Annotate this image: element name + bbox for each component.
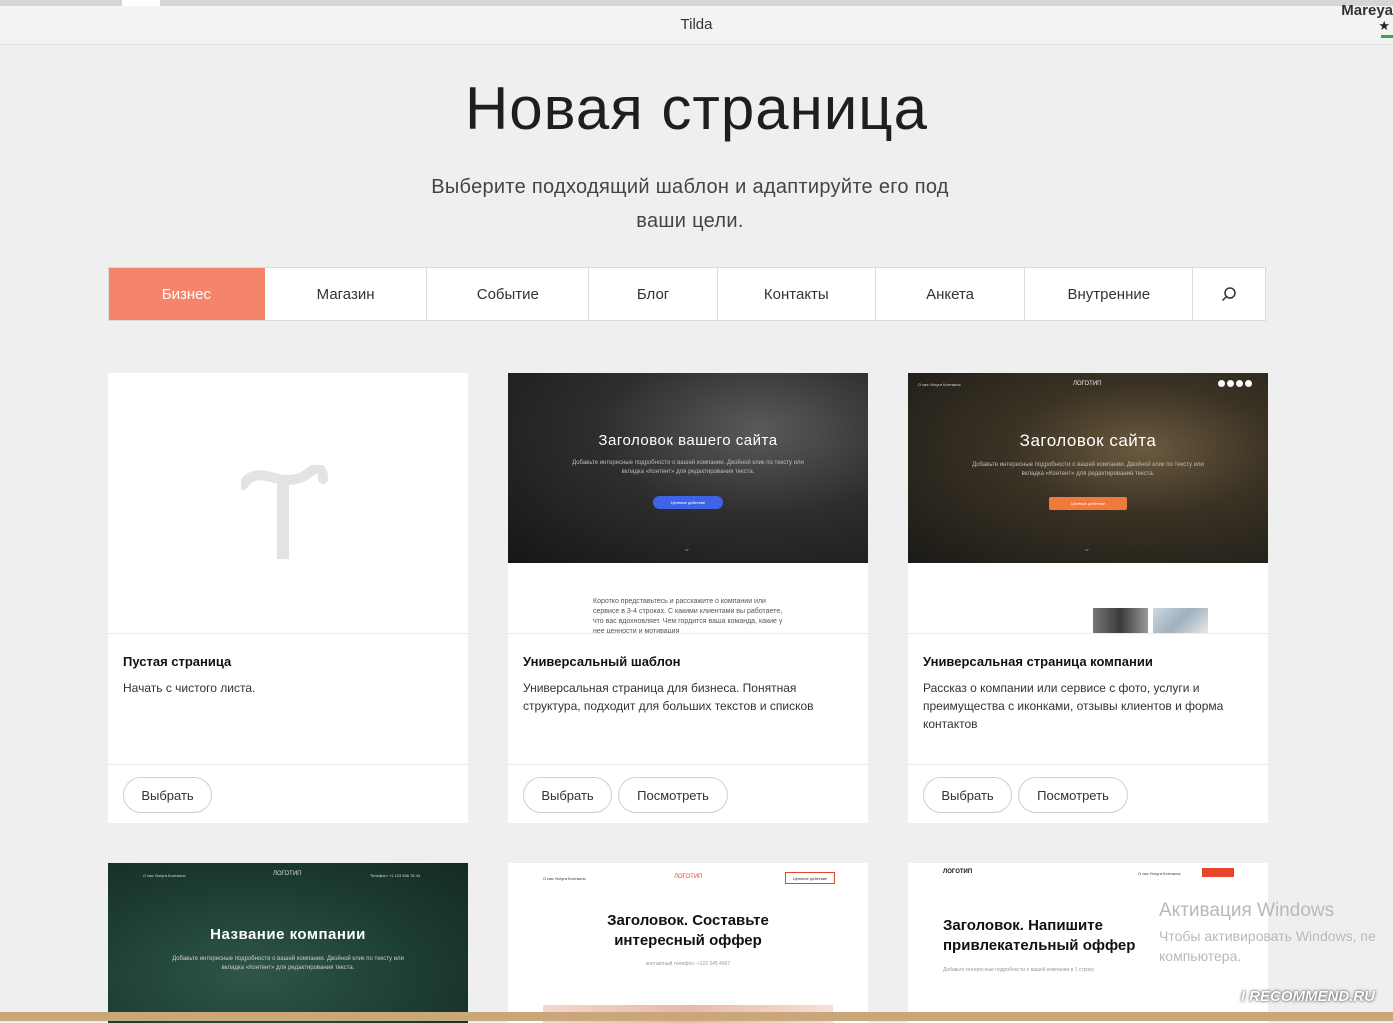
template-description: Начать с чистого листа. bbox=[123, 681, 256, 695]
preview-hero-text: Добавьте интересные подробности о вашей … bbox=[572, 460, 804, 475]
template-description: Универсальная страница для бизнеса. Поня… bbox=[523, 681, 814, 713]
status-indicator bbox=[1381, 35, 1393, 38]
social-icons bbox=[1218, 380, 1252, 387]
select-button[interactable]: Выбрать bbox=[123, 777, 212, 813]
tab-business[interactable]: Бизнес bbox=[109, 268, 265, 320]
template-description: Рассказ о компании или сервисе с фото, у… bbox=[923, 681, 1224, 731]
template-name: Универсальный шаблон bbox=[523, 654, 681, 669]
preview-body-text: Коротко представьтесь и расскажите о ком… bbox=[593, 598, 783, 634]
template-preview[interactable]: Заголовок вашего сайта Добавьте интересн… bbox=[508, 373, 868, 634]
template-card-offer[interactable]: О нас Услуги Контакты ЛОГОТИП Целевое де… bbox=[508, 863, 868, 1023]
preview-hero-text: Добавьте интересные подробности о вашей … bbox=[172, 956, 404, 971]
page-subtitle: Выберите подходящий шаблон и адаптируйте… bbox=[431, 176, 949, 232]
windows-activation-watermark: Активация Windows Чтобы активировать Win… bbox=[1159, 900, 1376, 966]
preview-logo: ЛОГОТИП bbox=[273, 871, 302, 877]
browser-titlebar: Tilda Mareya ★ bbox=[0, 2, 1393, 45]
bookmark-star-icon[interactable]: ★ bbox=[1378, 18, 1390, 34]
windows-taskbar bbox=[0, 1012, 1393, 1021]
tab-internal[interactable]: Внутренние bbox=[1025, 268, 1194, 320]
select-button[interactable]: Выбрать bbox=[523, 777, 612, 813]
preview-hero-text: Добавьте интересные подробности о вашей … bbox=[972, 462, 1204, 477]
chevron-down-icon: ⌄ bbox=[683, 543, 691, 553]
tilda-logo-icon bbox=[241, 465, 328, 559]
search-icon bbox=[1222, 287, 1236, 302]
preview-phone: Телефон: +1 123 456 78 44 bbox=[370, 873, 421, 878]
preview-hero-button: Целевое действие bbox=[1049, 497, 1127, 510]
preview-hero-title: Заголовок. Напишите привлекательный оффе… bbox=[943, 917, 1136, 954]
preview-hero-title: Название компании bbox=[210, 926, 366, 943]
preview-button[interactable]: Посмотреть bbox=[1018, 777, 1128, 813]
template-card-company-name[interactable]: О нас Услуги Контакты ЛОГОТИП Телефон: +… bbox=[108, 863, 468, 1023]
template-name: Универсальная страница компании bbox=[923, 654, 1153, 669]
facebook-icon bbox=[1218, 380, 1225, 387]
window-title: Tilda bbox=[680, 16, 713, 33]
preview-nav: О нас Услуги Контакты bbox=[543, 876, 586, 881]
preview-photo bbox=[1093, 608, 1148, 633]
tab-search[interactable] bbox=[1193, 268, 1265, 320]
preview-cta-button: Целевое действие bbox=[785, 872, 835, 884]
preview-logo: ЛОГОТИП bbox=[1073, 381, 1102, 387]
preview-hero-button: Целевое действие bbox=[653, 496, 723, 509]
preview-subtitle: Добавьте интересные подробности о вашей … bbox=[943, 967, 1094, 973]
chevron-down-icon: ⌄ bbox=[1083, 543, 1091, 553]
twitter-icon bbox=[1227, 380, 1234, 387]
preview-logo: ЛОГОТИП bbox=[674, 874, 703, 880]
template-card-blank: Пустая страница Начать с чистого листа. … bbox=[108, 373, 468, 823]
select-button[interactable]: Выбрать bbox=[923, 777, 1012, 813]
preview-subtitle: контактный телефон: +123 345 4667 bbox=[645, 961, 731, 967]
tab-shop[interactable]: Магазин bbox=[265, 268, 428, 320]
category-tabs: Бизнес Магазин Событие Блог Контакты Анк… bbox=[108, 267, 1266, 321]
watermark-line: компьютера. bbox=[1159, 948, 1242, 964]
tab-blog[interactable]: Блог bbox=[589, 268, 718, 320]
preview-hero-title: Заголовок сайта bbox=[1019, 431, 1157, 450]
preview-hero-title: Заголовок вашего сайта bbox=[598, 432, 778, 449]
watermark-line: Чтобы активировать Windows, пе bbox=[1159, 928, 1376, 944]
preview-button[interactable]: Посмотреть bbox=[618, 777, 728, 813]
preview-nav: О нас Услуги Контакты bbox=[143, 873, 186, 878]
preview-hero-title: Заголовок. Составьте интересный оффер bbox=[607, 912, 769, 949]
template-name: Пустая страница bbox=[123, 654, 232, 669]
profile-name[interactable]: Mareya bbox=[1341, 2, 1393, 19]
template-card-universal: Заголовок вашего сайта Добавьте интересн… bbox=[508, 373, 868, 823]
preview-nav: О нас Услуги Контакты bbox=[1138, 871, 1181, 876]
template-preview[interactable]: О нас Услуги Контакты ЛОГОТИП Заголовок … bbox=[908, 373, 1268, 634]
tab-contacts[interactable]: Контакты bbox=[718, 268, 876, 320]
page-title: Новая страница bbox=[464, 75, 929, 142]
tab-event[interactable]: Событие bbox=[427, 268, 590, 320]
template-preview[interactable] bbox=[108, 373, 468, 634]
tab-form[interactable]: Анкета bbox=[876, 268, 1026, 320]
telegram-icon bbox=[1245, 380, 1252, 387]
preview-photo bbox=[1153, 608, 1208, 633]
preview-nav: О нас Услуги Контакты bbox=[918, 382, 961, 387]
preview-cta-button bbox=[1202, 868, 1234, 877]
vk-icon bbox=[1236, 380, 1243, 387]
irecommend-badge: I RECOMMEND.RU bbox=[1240, 987, 1375, 1005]
watermark-title: Активация Windows bbox=[1159, 900, 1335, 921]
template-card-company: О нас Услуги Контакты ЛОГОТИП Заголовок … bbox=[908, 373, 1268, 823]
preview-logo: ЛОГОТИП bbox=[943, 869, 973, 875]
